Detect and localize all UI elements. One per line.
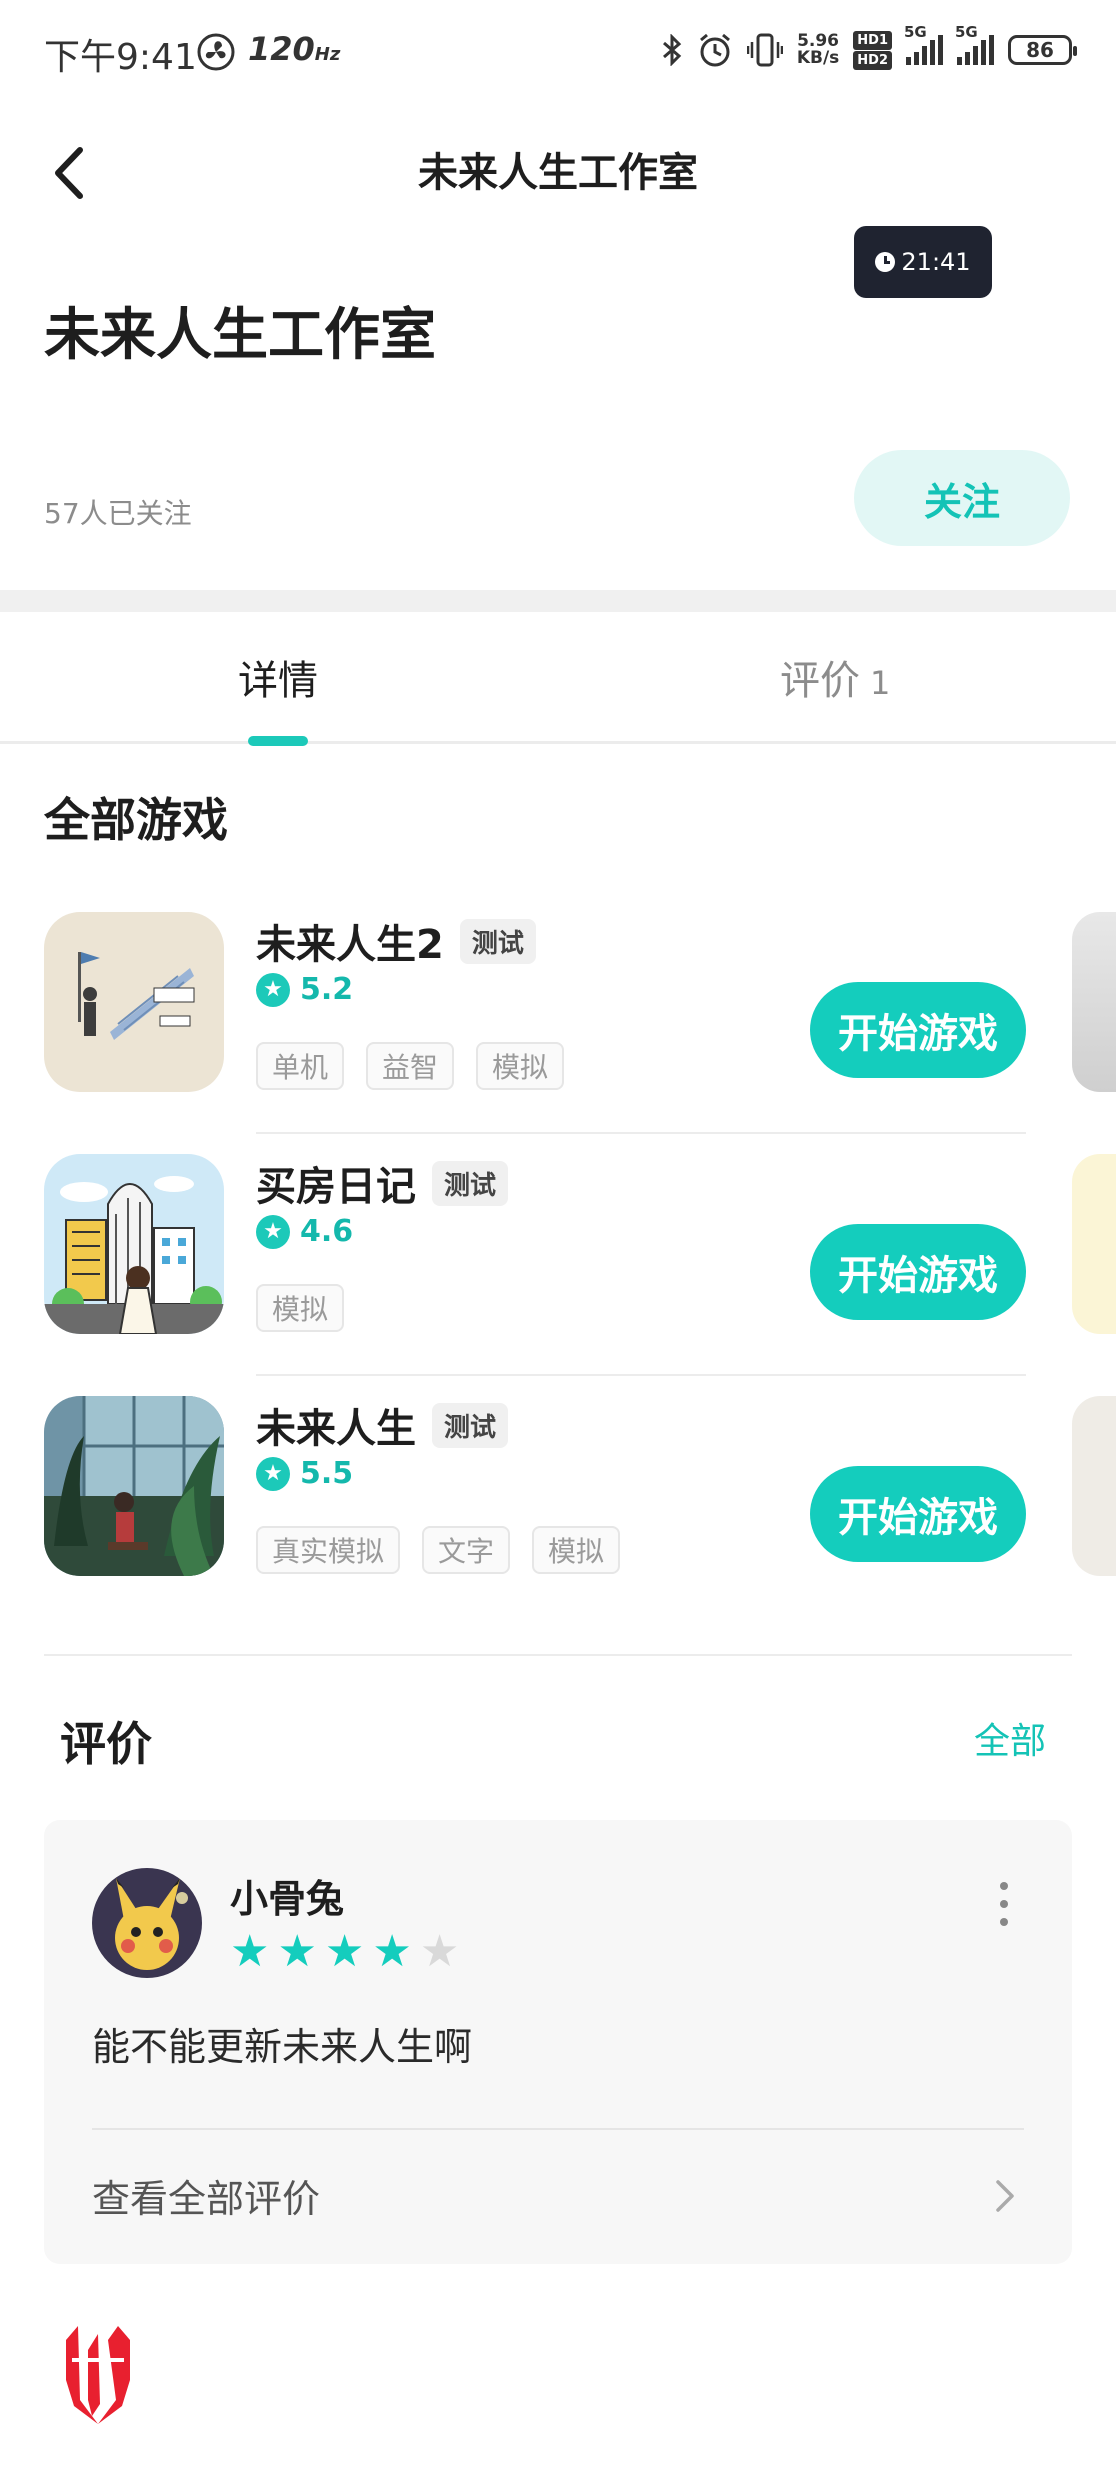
reviewer-name[interactable]: 小骨兔 <box>230 1868 344 1923</box>
game-tag: 真实模拟 <box>256 1526 401 1574</box>
game-tags: 真实模拟 文字 模拟 <box>256 1526 621 1574</box>
studio-name: 未来人生工作室 <box>44 303 436 368</box>
test-badge: 测试 <box>432 1160 509 1206</box>
game-tag: 文字 <box>422 1526 511 1574</box>
floating-time-pill[interactable]: 21:41 <box>854 226 992 298</box>
rating-value: 4.6 <box>300 1214 354 1249</box>
game-name: 未来人生 <box>256 1406 416 1452</box>
game-tags: 模拟 <box>256 1284 345 1332</box>
brand-logo-icon <box>66 2326 130 2424</box>
game-icon[interactable] <box>44 1396 224 1576</box>
game-tag: 模拟 <box>256 1284 345 1332</box>
tab-reviews-label: 评价 <box>780 658 860 704</box>
tab-reviews[interactable]: 评价 1 <box>780 648 890 706</box>
tab-reviews-count: 1 <box>870 664 891 702</box>
star-icon: ★ <box>256 1456 290 1491</box>
tab-bar: 详情 评价 1 <box>0 612 1116 746</box>
section-divider <box>0 590 1116 612</box>
dot-icon <box>1000 1900 1008 1908</box>
signal-sim1-icon: 5G <box>904 23 943 65</box>
page-title: 未来人生工作室 <box>418 150 698 196</box>
dot-icon <box>1000 1918 1008 1926</box>
review-stars: ★ ★ ★ ★ ★ <box>230 1930 459 1974</box>
game-title: 未来人生 测试 <box>256 1396 509 1454</box>
review-card[interactable]: 小骨兔 ★ ★ ★ ★ ★ 能不能更新未来人生啊 查看全部评价 <box>44 1820 1072 2264</box>
game-title: 买房日记 测试 <box>256 1154 509 1212</box>
active-tab-indicator <box>248 736 308 746</box>
fan-icon <box>197 33 235 71</box>
section-divider <box>44 1654 1072 1656</box>
view-all-reviews-link[interactable]: 查看全部评价 <box>92 2168 320 2223</box>
vibrate-icon <box>746 33 783 67</box>
star-icon: ★ <box>277 1926 317 1977</box>
start-game-button[interactable]: 开始游戏 <box>810 982 1026 1078</box>
game-rating: ★ 5.5 <box>256 1456 353 1491</box>
start-game-button[interactable]: 开始游戏 <box>810 1466 1026 1562</box>
hd-indicator: HD1 HD2 <box>853 30 892 70</box>
all-reviews-link[interactable]: 全部 <box>974 1712 1046 1764</box>
game-tags: 单机 益智 模拟 <box>256 1042 565 1090</box>
star-icon: ★ <box>256 1214 290 1249</box>
dot-icon <box>1000 1882 1008 1890</box>
next-card-peek[interactable] <box>1072 912 1116 1092</box>
test-badge: 测试 <box>459 918 536 964</box>
review-text: 能不能更新未来人生啊 <box>92 2025 473 2069</box>
alarm-icon <box>699 33 730 67</box>
game-name: 未来人生2 <box>256 922 444 968</box>
net-speed: 5.96 KB/s <box>796 31 840 68</box>
test-badge: 测试 <box>432 1402 509 1448</box>
game-tag: 益智 <box>366 1042 455 1090</box>
star-icon: ★ <box>230 1926 270 1977</box>
star-icon: ★ <box>372 1926 412 1977</box>
game-rating: ★ 5.2 <box>256 972 353 1007</box>
more-options-button[interactable] <box>994 1882 1014 1926</box>
next-card-peek[interactable] <box>1072 1396 1116 1576</box>
row-divider <box>256 1374 1026 1376</box>
game-title: 未来人生2 测试 <box>256 912 536 970</box>
card-divider <box>92 2128 1024 2130</box>
signal-sim2-icon: 5G <box>955 23 994 65</box>
game-row[interactable]: 未来人生2 测试 ★ 5.2 单机 益智 模拟 开始游戏 <box>44 912 1116 1154</box>
games-section-title: 全部游戏 <box>44 793 228 847</box>
star-icon: ★ <box>324 1926 365 1977</box>
game-row[interactable]: 未来人生 测试 ★ 5.5 真实模拟 文字 模拟 开始游戏 <box>44 1396 1116 1638</box>
battery-icon: 86 <box>1008 35 1077 65</box>
row-divider <box>256 1132 1026 1134</box>
game-name: 买房日记 <box>256 1164 416 1210</box>
avatar[interactable] <box>92 1868 202 1978</box>
follow-button[interactable]: 关注 <box>854 450 1070 546</box>
status-icons: 5.96 KB/s HD1 HD2 5G 5G 86 <box>661 23 1077 74</box>
floating-time-text: 21:41 <box>901 248 971 276</box>
rating-value: 5.2 <box>300 972 354 1007</box>
game-rating: ★ 4.6 <box>256 1214 353 1249</box>
game-tag: 单机 <box>256 1042 345 1090</box>
game-tag: 模拟 <box>532 1526 621 1574</box>
refresh-rate: 120Hz <box>248 30 341 68</box>
game-row[interactable]: 买房日记 测试 ★ 4.6 模拟 开始游戏 <box>44 1154 1116 1396</box>
star-empty-icon: ★ <box>419 1926 460 1977</box>
rating-value: 5.5 <box>300 1456 354 1491</box>
clock-icon <box>875 252 896 272</box>
reviews-section-title: 评价 <box>60 1717 152 1771</box>
game-icon[interactable] <box>44 1154 224 1334</box>
follower-count: 57人已关注 <box>44 497 192 530</box>
game-tag: 模拟 <box>476 1042 565 1090</box>
chevron-right-icon[interactable] <box>990 2176 1020 2216</box>
game-icon[interactable] <box>44 912 224 1092</box>
status-time: 下午9:41 <box>44 37 197 78</box>
bluetooth-icon <box>662 34 682 66</box>
next-card-peek[interactable] <box>1072 1154 1116 1334</box>
status-bar: 下午9:41 120Hz 5.96 KB/s HD1 HD2 5G 5G 86 <box>0 0 1116 100</box>
star-icon: ★ <box>256 972 290 1007</box>
tab-details[interactable]: 详情 <box>238 648 318 706</box>
start-game-button[interactable]: 开始游戏 <box>810 1224 1026 1320</box>
